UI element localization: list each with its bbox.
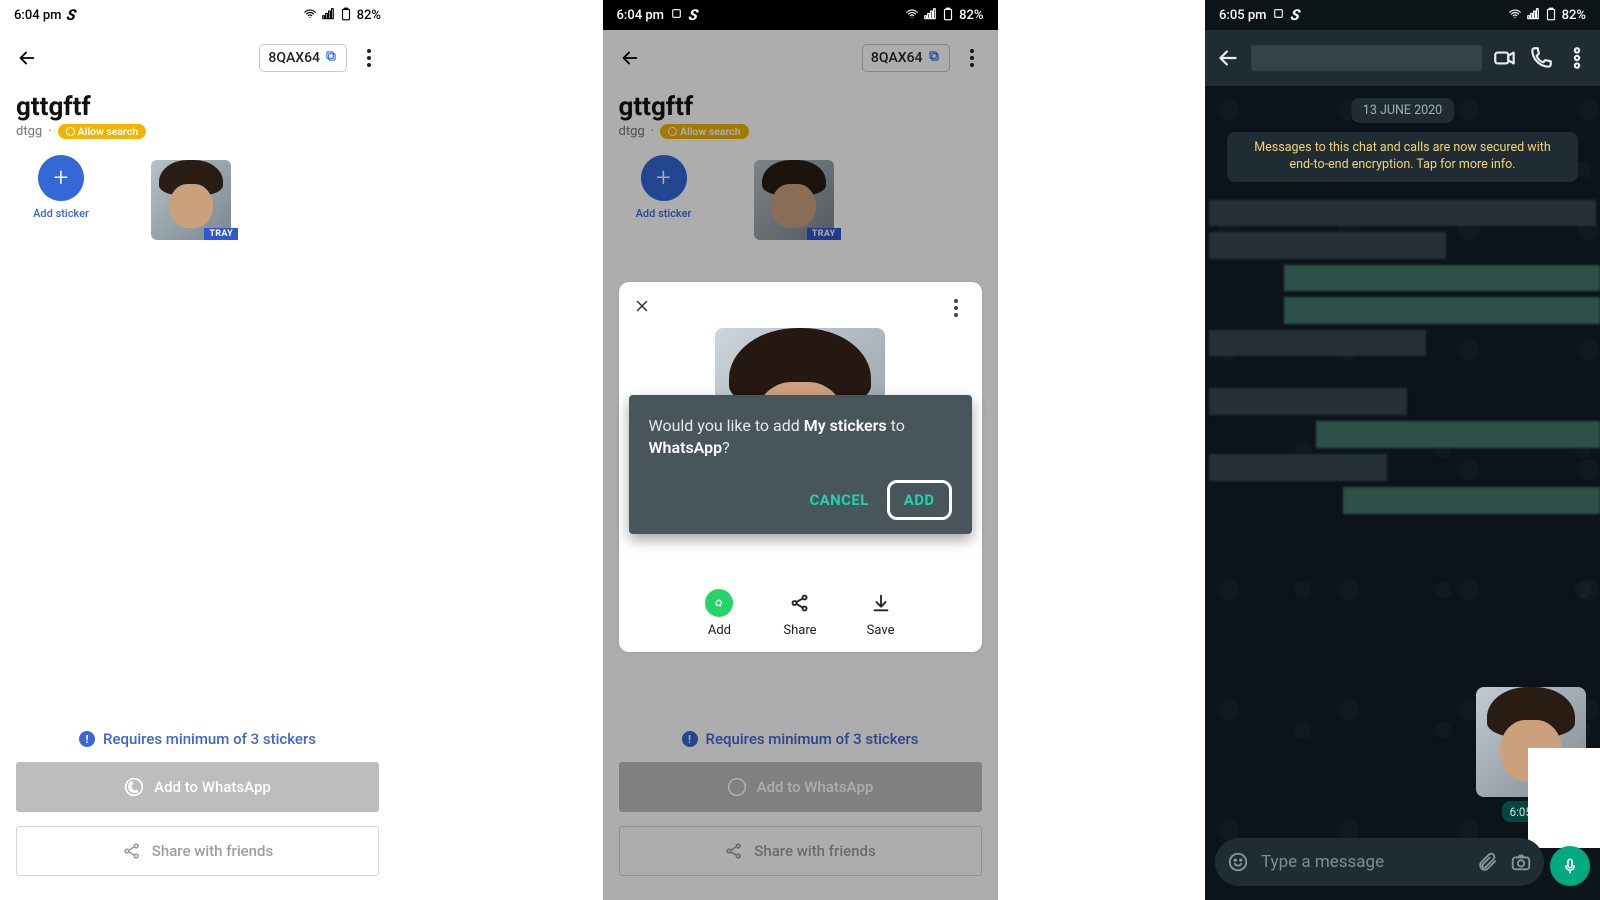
battery-percent: 82% [1562, 8, 1586, 23]
voice-call-button[interactable] [1528, 45, 1554, 71]
share-with-friends-button[interactable]: Share with friends [16, 826, 379, 876]
battery-icon [1544, 7, 1558, 24]
share-icon [786, 589, 814, 617]
battery-icon [941, 7, 955, 24]
close-button[interactable] [633, 296, 657, 320]
signal-icon [923, 7, 937, 24]
overflow-menu[interactable] [1564, 45, 1590, 71]
add-to-whatsapp-button[interactable]: Add to WhatsApp [16, 762, 379, 812]
screenshot-icon [1272, 7, 1285, 23]
sheet-overflow-menu[interactable] [944, 299, 968, 317]
brand-icon: S [687, 6, 700, 24]
status-bar: 6:05 pm S 82% [1205, 0, 1600, 30]
download-icon [867, 589, 895, 617]
attach-button[interactable] [1476, 851, 1498, 873]
back-button[interactable] [1215, 45, 1241, 71]
wifi-icon [303, 7, 317, 24]
brand-icon: S [1290, 6, 1303, 24]
whatsapp-icon [705, 589, 733, 617]
back-button[interactable] [12, 43, 42, 73]
date-separator: 13 JUNE 2020 [1351, 98, 1454, 123]
phone-screen-1: 6:04 pm S 82% [0, 0, 395, 900]
signal-icon [1526, 7, 1540, 24]
signal-icon [321, 7, 335, 24]
status-time: 6:04 pm [617, 8, 664, 23]
sheet-add-button[interactable]: Add [705, 589, 733, 638]
dialog-add-button[interactable]: ADD [887, 480, 952, 520]
share-icon [122, 841, 142, 861]
input-placeholder: Type a message [1261, 852, 1464, 872]
pack-title: gttgftf [0, 86, 395, 122]
status-time: 6:04 pm [14, 8, 61, 23]
battery-icon [339, 7, 353, 24]
chat-header [1205, 30, 1600, 86]
whatsapp-icon [124, 777, 144, 797]
emoji-button[interactable] [1227, 851, 1249, 873]
dialog-message: Would you like to add My stickers to Wha… [649, 415, 952, 458]
confirm-dialog: Would you like to add My stickers to Wha… [629, 395, 972, 534]
status-time: 6:05 pm [1219, 8, 1266, 23]
status-bar: 6:04 pm S 82% [603, 0, 998, 30]
brand-icon: S [66, 6, 79, 24]
add-sticker-button[interactable]: + [38, 155, 84, 201]
app-topbar: 8QAX64 [0, 30, 395, 86]
overflow-menu[interactable] [355, 49, 383, 67]
battery-percent: 82% [357, 8, 381, 23]
requirement-notice: ! Requires minimum of 3 stickers [16, 730, 379, 748]
status-bar: 6:04 pm S 82% [0, 0, 395, 30]
copy-icon [324, 49, 338, 67]
sticker-thumbnail[interactable]: TRAY [146, 155, 236, 245]
mic-send-button[interactable] [1550, 846, 1590, 886]
message-input[interactable]: Type a message [1215, 838, 1544, 886]
pack-code-text: 8QAX64 [268, 50, 320, 66]
phone-screen-2: 6:04 pm S 82% [603, 0, 998, 900]
wifi-icon [905, 7, 919, 24]
chat-title-redacted[interactable] [1251, 45, 1482, 71]
add-sticker-label: Add sticker [33, 207, 89, 220]
redacted-messages [1205, 198, 1600, 358]
dialog-cancel-button[interactable]: CANCEL [809, 491, 868, 509]
phone-screen-3: 6:05 pm S 82% [1205, 0, 1600, 900]
video-call-button[interactable] [1492, 45, 1518, 71]
encryption-notice[interactable]: Messages to this chat and calls are now … [1227, 132, 1578, 182]
camera-button[interactable] [1510, 851, 1532, 873]
allow-search-pill[interactable]: Allow search [58, 124, 146, 139]
pack-author: dtgg [16, 124, 42, 139]
sheet-save-button[interactable]: Save [867, 589, 895, 638]
wifi-icon [1508, 7, 1522, 24]
pack-code[interactable]: 8QAX64 [259, 44, 347, 72]
cropped-corner [1528, 748, 1600, 848]
sheet-share-button[interactable]: Share [783, 589, 816, 638]
screenshot-icon [670, 7, 683, 23]
tray-badge: TRAY [204, 228, 238, 240]
info-icon: ! [79, 731, 95, 747]
battery-percent: 82% [959, 8, 983, 23]
redacted-messages [1205, 386, 1600, 516]
